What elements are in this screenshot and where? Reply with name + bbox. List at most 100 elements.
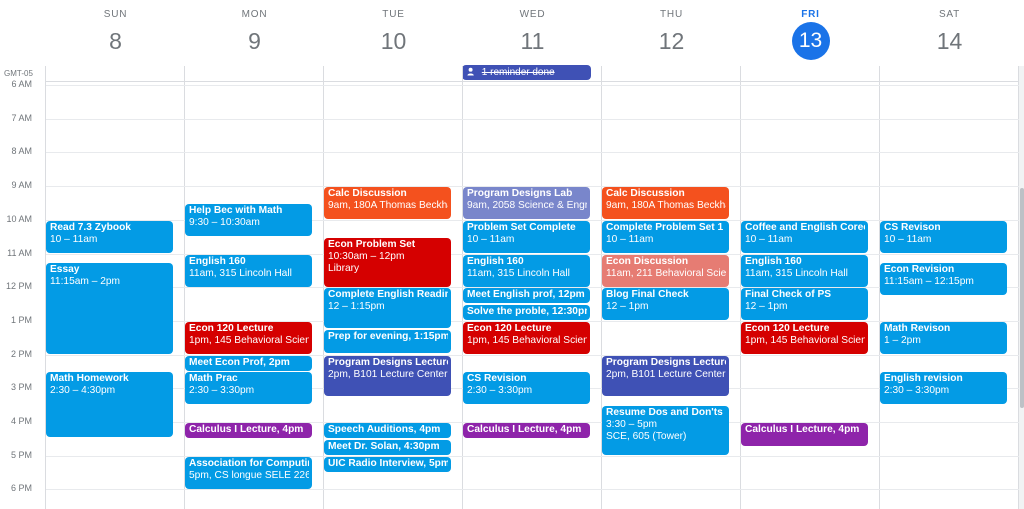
day-number[interactable]: 9 bbox=[185, 26, 324, 56]
calendar-event[interactable]: Math Homework 2:30 – 4:30pm bbox=[46, 372, 173, 437]
event-details: 5pm, CS longue SELE 2264 bbox=[189, 470, 309, 481]
event-title: Program Designs Lecture bbox=[606, 357, 726, 368]
calendar-event[interactable]: Calc Discussion9am, 180A Thomas Beckham bbox=[324, 187, 451, 219]
calendar-event[interactable]: Econ 120 Lecture 1pm, 145 Behavioral Scie… bbox=[463, 322, 590, 354]
calendar-event[interactable]: Math Prac 2:30 – 3:30pm bbox=[185, 372, 312, 404]
calendar-event[interactable]: Econ Problem Set 10:30am – 12pm Library bbox=[324, 238, 451, 287]
event-title: Association for Computing bbox=[189, 458, 309, 469]
day-number[interactable]: 14 bbox=[880, 26, 1019, 56]
calendar-event[interactable]: Program Designs Lab 9am, 2058 Science & E… bbox=[463, 187, 590, 219]
hour-label: 12 PM bbox=[5, 281, 32, 291]
calendar-event[interactable]: Meet English prof, 12pm bbox=[463, 288, 590, 303]
event-title: Math Revison bbox=[884, 323, 951, 334]
day-header-wed[interactable]: WED 11 bbox=[463, 0, 602, 62]
event-title: Econ 120 Lecture bbox=[467, 323, 552, 334]
event-details: 10:30am – 12pm bbox=[328, 251, 405, 262]
calendar-event[interactable]: English 160 11am, 315 Lincoln Hall bbox=[741, 255, 868, 287]
day-header-sun[interactable]: SUN 8 bbox=[46, 0, 185, 62]
event-title: English 160 bbox=[467, 256, 524, 267]
event-details: 1 – 2pm bbox=[884, 335, 921, 346]
event-title: Econ 120 Lecture bbox=[189, 323, 274, 334]
day-number[interactable]: 11 bbox=[463, 26, 602, 56]
day-of-week-label: FRI bbox=[801, 9, 820, 20]
day-header-tue[interactable]: TUE 10 bbox=[324, 0, 463, 62]
calendar-event[interactable]: Program Designs Lecture 2pm, B101 Lecture… bbox=[324, 356, 451, 396]
event-title: Coffee and English Corections bbox=[745, 222, 865, 233]
calendar-event[interactable]: Essay 11:15am – 2pm bbox=[46, 263, 173, 354]
reminder-chip[interactable]: 1 reminder done bbox=[462, 65, 591, 80]
hour-label: 4 PM bbox=[10, 416, 32, 426]
day-number[interactable]: 12 bbox=[602, 26, 741, 56]
calendar-event[interactable]: Meet Dr. Solan, 4:30pm bbox=[324, 440, 451, 455]
calendar-event[interactable]: Read 7.3 Zybook 10 – 11am bbox=[46, 221, 173, 253]
calendar-event[interactable]: English revision 2:30 – 3:30pm bbox=[880, 372, 1007, 404]
calendar-event[interactable]: Complete Problem Set 1 10 – 11am bbox=[602, 221, 729, 253]
calendar-event[interactable]: Complete English Reading 12 – 1:15pm bbox=[324, 288, 451, 328]
person-check-icon bbox=[467, 67, 474, 76]
event-details: 2:30 – 3:30pm bbox=[467, 385, 533, 396]
calendar-event[interactable]: Final Check of PS 12 – 1pm bbox=[741, 288, 868, 320]
event-title: Calculus I Lecture, 4pm bbox=[189, 424, 304, 435]
day-number[interactable]: 10 bbox=[324, 26, 463, 56]
calendar-event[interactable]: Calculus I Lecture, 4pm bbox=[741, 423, 868, 446]
event-details: 1pm, 145 Behavioral Science bbox=[189, 335, 309, 346]
hour-gridline bbox=[46, 119, 1019, 120]
event-details: 10 – 11am bbox=[50, 234, 98, 245]
calendar-event[interactable]: Association for Computing 5pm, CS longue … bbox=[185, 457, 312, 489]
event-title: Math Homework bbox=[50, 373, 129, 384]
event-details: 9:30 – 10:30am bbox=[189, 217, 260, 228]
event-location: SCE, 605 (Tower) bbox=[606, 431, 687, 442]
event-title: Program Designs Lab bbox=[467, 188, 573, 199]
calendar-event[interactable]: Program Designs Lecture 2pm, B101 Lecture… bbox=[602, 356, 729, 396]
calendar-event[interactable]: Econ 120 Lecture 1pm, 145 Behavioral Scie… bbox=[185, 322, 312, 354]
calendar-event[interactable]: Problem Set Complete 10 – 11am bbox=[463, 221, 590, 253]
hour-label: 6 AM bbox=[11, 79, 32, 89]
calendar-event[interactable]: Help Bec with Math 9:30 – 10:30am bbox=[185, 204, 312, 236]
calendar-event[interactable]: Calculus I Lecture, 4pm bbox=[185, 423, 312, 438]
calendar-event[interactable]: Econ Revision 11:15am – 12:15pm bbox=[880, 263, 1007, 295]
scrollbar-thumb[interactable] bbox=[1020, 188, 1024, 408]
calendar-event[interactable]: CS Revision 2:30 – 3:30pm bbox=[463, 372, 590, 404]
event-details: 10 – 11am bbox=[745, 234, 793, 245]
calendar-event[interactable]: Resume Dos and Don'ts 3:30 – 5pm SCE, 605 … bbox=[602, 406, 729, 455]
event-title: English revision bbox=[884, 373, 963, 384]
hour-label: 7 AM bbox=[11, 113, 32, 123]
day-header-mon[interactable]: MON 9 bbox=[185, 0, 324, 62]
hour-gridline bbox=[46, 152, 1019, 153]
event-title: Econ Discussion bbox=[606, 256, 689, 267]
event-details: 11:15am – 12:15pm bbox=[884, 276, 974, 287]
event-location: Library bbox=[328, 263, 360, 274]
event-title: Essay bbox=[50, 264, 80, 275]
calendar-event[interactable]: English 160 11am, 315 Lincoln Hall bbox=[185, 255, 312, 287]
calendar-event[interactable]: Calculus I Lecture, 4pm bbox=[463, 423, 590, 438]
calendar-event[interactable]: English 160 11am, 315 Lincoln Hall bbox=[463, 255, 590, 287]
event-details: 11am, 315 Lincoln Hall bbox=[189, 268, 292, 279]
day-header-fri[interactable]: FRI 13 bbox=[741, 0, 880, 62]
calendar-event[interactable]: Prep for evening, 1:15pm bbox=[324, 330, 451, 353]
day-header-thu[interactable]: THU 12 bbox=[602, 0, 741, 62]
calendar-event[interactable]: Calc Discussion9am, 180A Thomas Beckham bbox=[602, 187, 729, 219]
calendar-event[interactable]: CS Revison 10 – 11am bbox=[880, 221, 1007, 253]
hour-label: 2 PM bbox=[10, 349, 32, 359]
event-title: Blog Final Check bbox=[606, 289, 689, 300]
event-title: Prep for evening, 1:15pm bbox=[328, 331, 448, 342]
day-of-week-label: SAT bbox=[938, 9, 961, 20]
calendar-event[interactable]: Solve the proble, 12:30pm bbox=[463, 305, 590, 320]
calendar-event[interactable]: Coffee and English Corections10 – 11am bbox=[741, 221, 868, 253]
day-of-week-label: TUE bbox=[382, 9, 405, 20]
hour-label: 10 AM bbox=[6, 214, 32, 224]
calendar-event[interactable]: Econ Discussion 11am, 211 Behavioral Scie… bbox=[602, 255, 729, 287]
calendar-event[interactable]: Blog Final Check 12 – 1pm bbox=[602, 288, 729, 320]
day-number[interactable]: 13 bbox=[791, 22, 830, 60]
calendar-event[interactable]: Speech Auditions, 4pm bbox=[324, 423, 451, 438]
event-title: CS Revision bbox=[467, 373, 527, 384]
event-details: 3:30 – 5pm bbox=[606, 419, 657, 430]
day-number[interactable]: 8 bbox=[46, 26, 185, 56]
event-title: Program Designs Lecture bbox=[328, 357, 448, 368]
calendar-event[interactable]: UIC Radio Interview, 5pm bbox=[324, 457, 451, 472]
day-of-week-label: SUN bbox=[103, 9, 128, 20]
day-header-sat[interactable]: SAT 14 bbox=[880, 0, 1019, 62]
calendar-event[interactable]: Math Revison 1 – 2pm bbox=[880, 322, 1007, 354]
calendar-event[interactable]: Econ 120 Lecture 1pm, 145 Behavioral Scie… bbox=[741, 322, 868, 354]
calendar-event[interactable]: Meet Econ Prof, 2pm bbox=[185, 356, 312, 371]
